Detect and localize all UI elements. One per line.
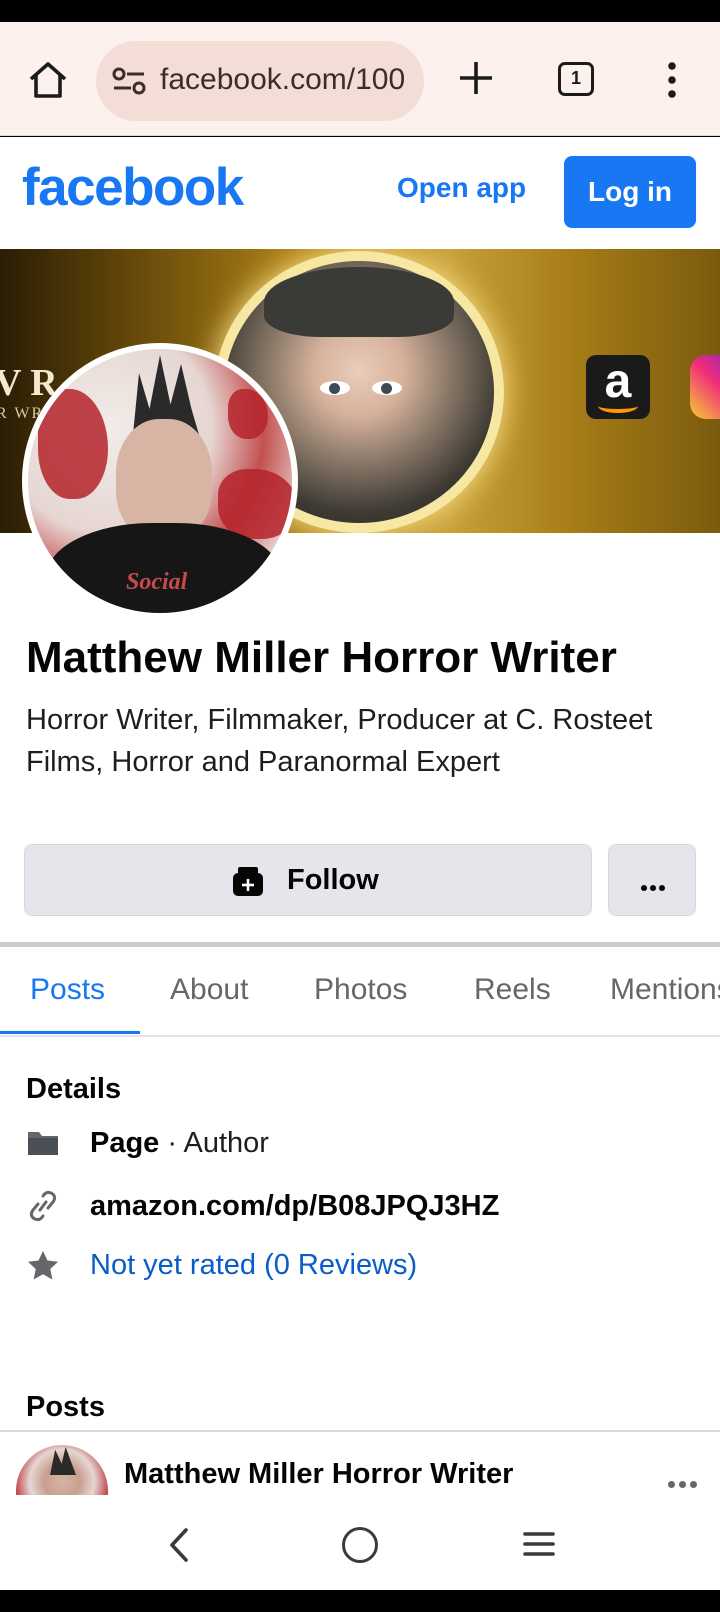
tab-about[interactable]: About bbox=[170, 973, 248, 1007]
open-app-link[interactable]: Open app bbox=[397, 172, 526, 204]
tab-posts[interactable]: Posts bbox=[30, 973, 105, 1007]
post-author-avatar[interactable] bbox=[16, 1445, 108, 1495]
tab-switcher-button[interactable]: 1 bbox=[558, 62, 594, 96]
back-icon[interactable] bbox=[164, 1527, 196, 1563]
address-bar[interactable]: facebook.com/100 bbox=[96, 41, 424, 121]
page-label: Page bbox=[90, 1127, 160, 1159]
more-dots-icon bbox=[641, 878, 668, 896]
system-navigation-bar bbox=[0, 1495, 720, 1590]
avatar-head bbox=[116, 419, 212, 539]
home-circle-icon[interactable] bbox=[342, 1527, 378, 1563]
login-button[interactable]: Log in bbox=[564, 156, 696, 228]
home-icon[interactable] bbox=[26, 58, 70, 102]
url-text[interactable]: facebook.com/100 bbox=[160, 63, 412, 97]
cover-eye-right bbox=[372, 381, 402, 395]
page-content: facebook Open app Log in V R. M R WRI a … bbox=[0, 137, 720, 1495]
amazon-logo-icon: a bbox=[586, 355, 650, 419]
posts-divider bbox=[0, 1430, 720, 1432]
page-category: · Author bbox=[159, 1127, 269, 1159]
instagram-logo-icon bbox=[690, 355, 720, 419]
profile-bio: Horror Writer, Filmmaker, Producer at C.… bbox=[26, 704, 653, 778]
post-options-icon[interactable] bbox=[668, 1475, 701, 1493]
status-bar bbox=[0, 0, 720, 22]
follow-label: Follow bbox=[287, 864, 379, 896]
recent-apps-icon[interactable] bbox=[522, 1527, 556, 1561]
page-category-text: Page · Author bbox=[90, 1127, 269, 1160]
link-icon bbox=[29, 1190, 57, 1222]
cover-eye-left bbox=[320, 381, 350, 395]
website-link[interactable]: amazon.com/dp/B08JPQJ3HZ bbox=[90, 1190, 499, 1223]
follow-icon bbox=[233, 867, 263, 896]
browser-menu-icon[interactable] bbox=[660, 60, 684, 100]
tab-photos[interactable]: Photos bbox=[314, 973, 407, 1007]
site-settings-icon[interactable] bbox=[112, 67, 146, 95]
browser-toolbar: facebook.com/100 1 bbox=[0, 22, 720, 136]
blood-splatter bbox=[228, 389, 268, 439]
new-tab-icon[interactable] bbox=[456, 58, 496, 98]
post-avatar-hair bbox=[50, 1447, 76, 1475]
bottom-edge bbox=[0, 1590, 720, 1612]
active-tab-indicator bbox=[0, 1031, 140, 1034]
blood-splatter bbox=[38, 389, 108, 499]
posts-heading: Posts bbox=[26, 1391, 105, 1423]
details-heading: Details bbox=[26, 1073, 122, 1105]
tab-reels[interactable]: Reels bbox=[474, 973, 551, 1007]
facebook-logo[interactable]: facebook bbox=[22, 157, 244, 218]
post-author-name[interactable]: Matthew Miller Horror Writer bbox=[124, 1458, 513, 1491]
tab-mentions[interactable]: Mentions bbox=[610, 973, 720, 1007]
star-icon bbox=[28, 1251, 58, 1280]
folder-icon bbox=[28, 1132, 58, 1155]
cover-hair-shape bbox=[264, 267, 454, 337]
page-title: Matthew Miller Horror Writer bbox=[26, 633, 617, 682]
avatar-shirt-text: Social bbox=[126, 569, 188, 595]
profile-picture[interactable]: Social bbox=[22, 343, 298, 619]
blood-splatter bbox=[218, 469, 292, 539]
more-actions-button[interactable] bbox=[608, 844, 696, 916]
profile-tabs: Posts About Photos Reels Mentions bbox=[0, 947, 720, 1037]
rating-link[interactable]: Not yet rated (0 Reviews) bbox=[90, 1249, 417, 1282]
follow-button[interactable]: Follow bbox=[24, 844, 592, 916]
facebook-header: facebook Open app Log in bbox=[0, 137, 720, 249]
